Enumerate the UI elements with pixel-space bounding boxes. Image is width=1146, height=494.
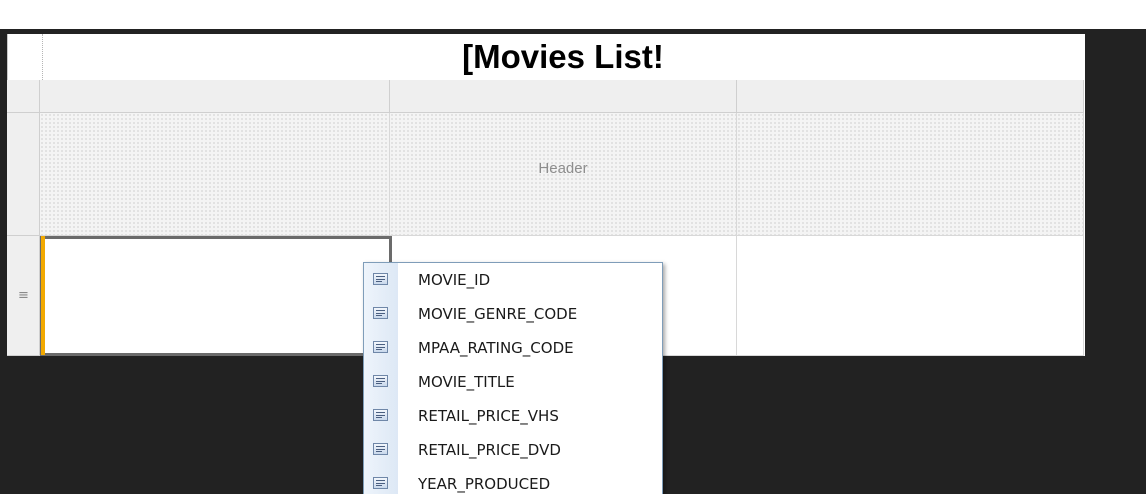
- field-item-label: MPAA_RATING_CODE: [418, 339, 574, 357]
- detail-cell-1-selected[interactable]: [40, 236, 392, 356]
- field-item-mpaa-rating-code[interactable]: MPAA_RATING_CODE: [364, 331, 662, 365]
- field-item-movie-title[interactable]: MOVIE_TITLE: [364, 365, 662, 399]
- header-cell-3[interactable]: [737, 113, 1084, 236]
- header-cell-text: Header: [538, 160, 588, 177]
- field-icon: [373, 443, 388, 455]
- field-icon: [373, 477, 388, 489]
- field-item-label: RETAIL_PRICE_DVD: [418, 441, 561, 459]
- field-icon: [373, 273, 388, 285]
- tablix-corner-handle[interactable]: [7, 80, 40, 113]
- field-icon: [373, 375, 388, 387]
- field-item-label: MOVIE_ID: [418, 271, 491, 289]
- header-cell-2[interactable]: Header: [390, 113, 737, 236]
- field-item-retail-price-vhs[interactable]: RETAIL_PRICE_VHS: [364, 399, 662, 433]
- field-item-year-produced[interactable]: YEAR_PRODUCED: [364, 467, 662, 494]
- header-cell-1[interactable]: [40, 113, 390, 236]
- field-item-movie-genre-code[interactable]: MOVIE_GENRE_CODE: [364, 297, 662, 331]
- column-handle-1[interactable]: [40, 80, 390, 113]
- report-title-textbox[interactable]: [Movies List!: [42, 36, 1084, 78]
- field-item-movie-id[interactable]: MOVIE_ID: [364, 263, 662, 297]
- column-handle-3[interactable]: [737, 80, 1084, 113]
- row-handle-detail[interactable]: ≡: [7, 236, 40, 356]
- field-icon: [373, 307, 388, 319]
- field-item-label: MOVIE_TITLE: [418, 373, 515, 391]
- field-item-retail-price-dvd[interactable]: RETAIL_PRICE_DVD: [364, 433, 662, 467]
- row-handle-header[interactable]: [7, 113, 40, 236]
- field-icon: [373, 341, 388, 353]
- field-list-dropdown[interactable]: MOVIE_ID MOVIE_GENRE_CODE MPAA_RATING_CO…: [363, 262, 663, 494]
- field-icon: [373, 409, 388, 421]
- details-group-icon: ≡: [18, 288, 29, 303]
- field-item-label: YEAR_PRODUCED: [418, 475, 551, 493]
- field-item-label: MOVIE_GENRE_CODE: [418, 305, 578, 323]
- cell-edit-marker: [41, 236, 45, 355]
- column-handle-2[interactable]: [390, 80, 737, 113]
- field-item-label: RETAIL_PRICE_VHS: [418, 407, 559, 425]
- detail-cell-3[interactable]: [737, 236, 1084, 356]
